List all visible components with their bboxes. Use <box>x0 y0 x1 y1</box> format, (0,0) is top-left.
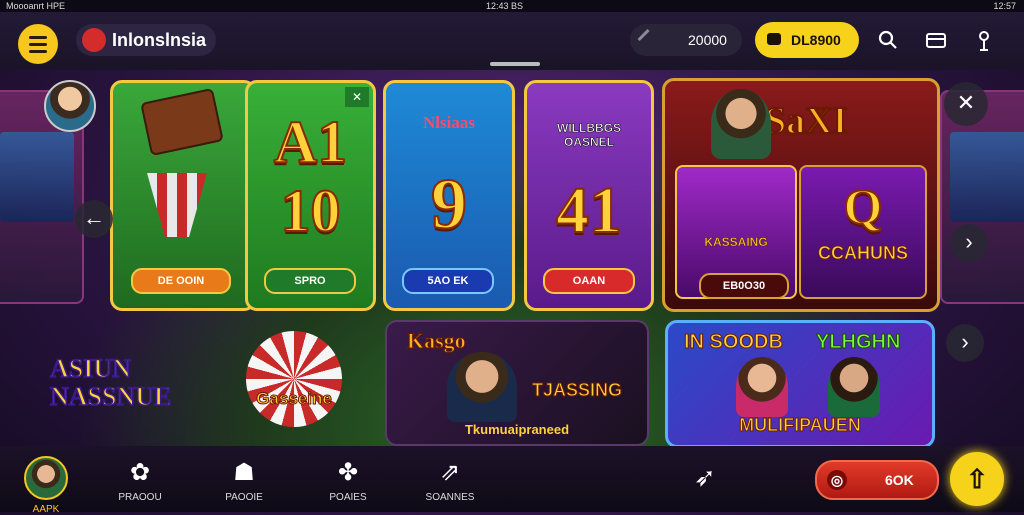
status-bar: Moooanrt HPE 12:43 BS 12:57 <box>0 0 1024 12</box>
roulette-badge-image: Gasseine <box>246 331 342 427</box>
arrow-left-icon[interactable]: ← <box>75 200 113 238</box>
game-card-green[interactable]: ✕ A1 10 SPRO <box>245 80 376 311</box>
character-image <box>736 357 788 417</box>
avatar-icon <box>24 456 68 500</box>
game-card-title: Nlsiaas <box>423 113 475 132</box>
coin-balance-value: 20000 <box>688 32 727 48</box>
arrow-up-icon[interactable]: ⇧ <box>950 452 1004 506</box>
nav-item-paooie[interactable]: ☗ PAOOIE <box>204 456 284 504</box>
nav-item-label: PAOOIE <box>225 492 263 503</box>
gold-balance-value: DL8900 <box>791 32 841 48</box>
brand[interactable]: Inlonslnsia <box>76 24 217 56</box>
drag-handle[interactable] <box>490 62 540 66</box>
game-card-blue[interactable]: Nlsiaas 9 5AO EK <box>383 80 515 311</box>
game-card-title: Kasgo <box>407 328 467 354</box>
game-card-button[interactable]: OAAN <box>543 268 635 294</box>
status-right-text: 12:57 <box>993 1 1016 11</box>
chevron-right-icon[interactable]: › <box>946 324 984 362</box>
game-card-button[interactable]: SPRO <box>264 268 356 294</box>
status-clock: 12:43 BS <box>486 1 524 11</box>
user-avatar[interactable] <box>44 80 96 132</box>
brand-logo-icon <box>82 28 106 52</box>
featured-subcard-right[interactable]: Q CCAHUNS <box>799 165 927 299</box>
featured-left-label: KASSAING <box>704 235 768 250</box>
featured-title: SaXI <box>764 99 848 143</box>
info-icon[interactable] <box>972 30 996 54</box>
wallet-icon[interactable] <box>924 30 948 54</box>
dice-cup-image <box>147 173 207 237</box>
game-card-footer: Tkumuaipraneed <box>464 422 570 437</box>
game-card-button[interactable]: 5AO EK <box>402 268 494 294</box>
nav-item-praoou[interactable]: ✿ PRAOOU <box>100 456 180 504</box>
game-card-kasgo[interactable]: Kasgo TJASSING Tkumuaipraneed <box>385 320 649 446</box>
game-card-footer: MULIFIPAUEN <box>739 415 862 436</box>
featured-button[interactable]: EB0O30 <box>699 273 789 299</box>
coin-icon <box>637 29 660 51</box>
game-card-multi[interactable]: IN SOODB YLHGHN MULIFIPAUEN <box>665 320 935 448</box>
game-card-purple[interactable]: WILLBBGS OASNEL 41 OAAN <box>524 80 654 311</box>
game-lobby: DE OOIN ✕ A1 10 SPRO Nlsiaas 9 5AO EK WI… <box>0 70 1024 448</box>
search-icon[interactable] <box>876 30 900 54</box>
brand-name: Inlonslnsia <box>112 29 207 50</box>
featured-right-label: CCAHUNS <box>818 243 909 264</box>
game-card-title: WILLBBGS OASNEL <box>557 121 622 150</box>
close-icon[interactable]: ✕ <box>345 87 369 107</box>
dice-box-image <box>140 87 224 157</box>
chip-icon: ✤ <box>337 458 359 486</box>
character-image <box>828 357 880 417</box>
close-icon[interactable]: ✕ <box>944 82 988 126</box>
featured-right-big-text: Q <box>843 177 884 235</box>
profile-icon: ☗ <box>233 458 255 486</box>
gift-icon: ✿ <box>129 458 151 486</box>
nav-item-label: AAPK <box>32 504 60 515</box>
chevron-right-icon[interactable]: › <box>950 224 988 262</box>
nav-item-label: PRAOOU <box>118 492 162 503</box>
hamburger-menu-icon[interactable] <box>18 24 58 64</box>
game-card-asian[interactable]: ASIUN NASSNUE Gasseine <box>40 325 360 445</box>
game-card-dice[interactable]: DE OOIN <box>110 80 256 311</box>
game-card-title: ASIUN NASSNUE <box>49 354 172 412</box>
gold-balance-button[interactable]: DL8900 <box>755 22 859 58</box>
game-card-title-left: IN SOODB <box>684 331 784 354</box>
character-image <box>447 352 517 422</box>
nav-item-aapk[interactable]: AAPK <box>6 456 86 515</box>
balance-pill[interactable]: ◎ 6OK <box>815 460 939 500</box>
game-card-big-text: A1 10 <box>273 108 348 245</box>
game-card-subtitle: TJASSING <box>531 380 623 401</box>
coin-balance[interactable]: 20000 <box>630 24 742 56</box>
game-card-big-text: 41 <box>555 173 623 248</box>
game-card-title-right: YLHGHN <box>816 331 901 354</box>
wallet-small-icon <box>767 33 781 45</box>
game-card-big-text: 9 <box>430 163 468 245</box>
rocket-icon[interactable]: ➶ <box>694 462 716 493</box>
balance-value: 6OK <box>885 472 914 488</box>
nav-item-label: SOANNES <box>425 492 475 503</box>
featured-game[interactable]: SaXI KASSAING Q CCAHUNS EB0O30 <box>662 78 940 312</box>
nav-item-poaies[interactable]: ✤ POAIES <box>308 456 388 504</box>
game-card-badge: Gasseine <box>256 389 333 409</box>
status-left-text: Moooanrt HPE <box>6 1 66 11</box>
share-icon: ⇗ <box>439 458 461 486</box>
coin-icon: ◎ <box>827 470 847 490</box>
nav-item-soannes[interactable]: ⇗ SOANNES <box>410 456 490 504</box>
game-card-button[interactable]: DE OOIN <box>131 268 231 294</box>
host-character-image <box>711 89 771 159</box>
nav-item-label: POAIES <box>329 492 367 503</box>
